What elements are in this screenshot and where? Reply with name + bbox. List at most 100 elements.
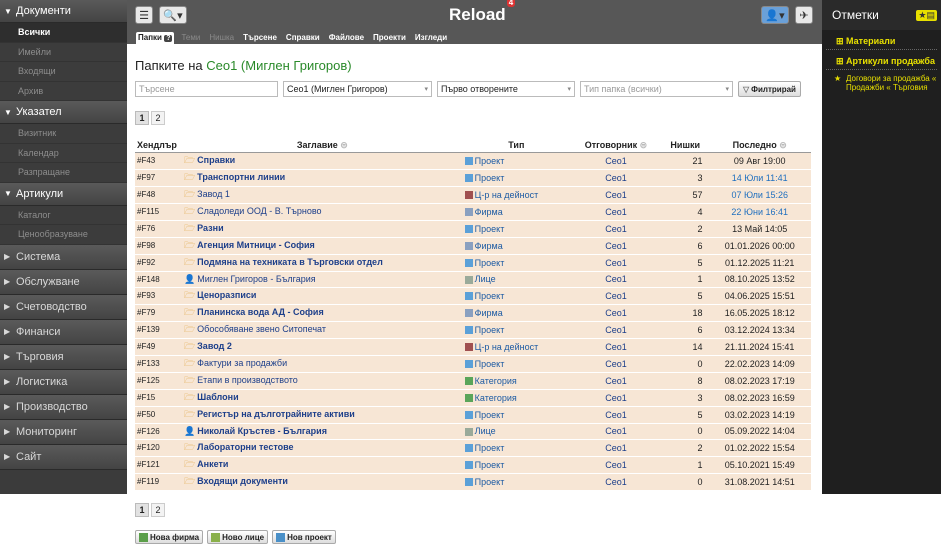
row-title[interactable]: Анкети: [197, 459, 228, 469]
nav-section[interactable]: ▶ Логистика: [0, 369, 127, 395]
bookmark-item[interactable]: ⊞ Артикули продажба: [826, 50, 937, 70]
row-owner[interactable]: Сео1: [569, 456, 662, 474]
nav-item[interactable]: Каталог: [0, 205, 127, 225]
row-title[interactable]: Сладоледи ООД - В. Търново: [197, 206, 321, 216]
nav-section[interactable]: ▼ Указател: [0, 101, 127, 124]
row-title[interactable]: Планинска вода АД - София: [197, 307, 324, 317]
help-icon[interactable]: ?: [164, 35, 173, 42]
table-row[interactable]: #F76 🗁 Разни Проект Сео1 2 13 Май 14:05: [135, 220, 811, 238]
nav-item[interactable]: Архив: [0, 81, 127, 101]
nav-section[interactable]: ▶ Финанси: [0, 319, 127, 345]
nav-section[interactable]: ▼ Документи: [0, 0, 127, 23]
nav-item[interactable]: Всички: [0, 23, 127, 43]
row-owner[interactable]: Сео1: [569, 237, 662, 255]
table-row[interactable]: #F79 🗁 Планинска вода АД - София Фирма Сео1 1…: [135, 304, 811, 322]
table-row[interactable]: #F15 🗁 Шаблони Категория Сео1 3 08.02.2023 16:…: [135, 389, 811, 407]
new-company-button[interactable]: Нова фирма: [135, 530, 204, 544]
row-title[interactable]: Подмяна на техниката в Търговски отдел: [197, 257, 383, 267]
table-row[interactable]: #F139 🗁 Обособяване звено Ситопечат Проект С…: [135, 321, 811, 339]
row-owner[interactable]: Сео1: [569, 439, 662, 457]
col-handle[interactable]: Хендлър: [135, 139, 182, 153]
table-row[interactable]: #F119 🗁 Входящи документи Проект Сео1 0 31.08.…: [135, 473, 811, 491]
col-last[interactable]: Последно ⊜: [708, 139, 811, 153]
row-owner[interactable]: Сео1: [569, 406, 662, 424]
pin-button[interactable]: ✈: [795, 6, 813, 24]
row-owner[interactable]: Сео1: [569, 389, 662, 407]
row-owner[interactable]: Сео1: [569, 304, 662, 322]
nav-section[interactable]: ▶ Система: [0, 244, 127, 270]
app-logo[interactable]: Reload4: [449, 0, 516, 25]
table-row[interactable]: #F148 👤 Миглен Григоров - България Лице Сео1…: [135, 271, 811, 288]
nav-section[interactable]: ▶ Сайт: [0, 444, 127, 470]
row-title[interactable]: Обособяване звено Ситопечат: [197, 324, 326, 334]
table-row[interactable]: #F115 🗁 Сладоледи ООД - В. Търново Фирма Сео…: [135, 203, 811, 221]
nav-section[interactable]: ▶ Обслужване: [0, 269, 127, 295]
row-title[interactable]: Шаблони: [197, 392, 238, 402]
nav-section[interactable]: ▶ Производство: [0, 394, 127, 420]
col-owner[interactable]: Отговорник ⊜: [569, 139, 662, 153]
row-title[interactable]: Етапи в производството: [197, 375, 298, 385]
search-menu-button[interactable]: 🔍▾: [159, 6, 187, 24]
tab-item[interactable]: Папки ?: [136, 32, 175, 44]
bookmark-add-icon[interactable]: ★▤: [916, 9, 937, 21]
row-owner[interactable]: Сео1: [569, 203, 662, 221]
row-title[interactable]: Николай Кръстев - България: [197, 426, 327, 436]
user-menu-button[interactable]: 👤▾: [761, 6, 789, 24]
row-owner[interactable]: Сео1: [569, 321, 662, 339]
nav-section[interactable]: ▶ Търговия: [0, 344, 127, 370]
tab-item[interactable]: Файлове: [327, 32, 366, 44]
row-owner[interactable]: Сео1: [569, 287, 662, 305]
table-row[interactable]: #F48 🗁 Завод 1 Ц-р на дейност Сео1 57 07 Юли 1…: [135, 186, 811, 204]
table-row[interactable]: #F125 🗁 Етапи в производството Категория Сео…: [135, 372, 811, 390]
row-title[interactable]: Фактури за продажби: [197, 358, 287, 368]
table-row[interactable]: #F97 🗁 Транспортни линии Проект Сео1 3 14 Юли …: [135, 169, 811, 187]
tab-item[interactable]: Нишка: [207, 32, 236, 44]
row-title[interactable]: Регистър на дълготрайните активи: [197, 409, 355, 419]
col-type[interactable]: Тип: [462, 139, 570, 153]
col-threads[interactable]: Нишки: [661, 139, 709, 153]
row-owner[interactable]: Сео1: [569, 372, 662, 390]
nav-section[interactable]: ▶ Счетоводство: [0, 294, 127, 320]
page-2[interactable]: 2: [151, 111, 165, 125]
table-row[interactable]: #F92 🗁 Подмяна на техниката в Търговски от…: [135, 254, 811, 272]
nav-section[interactable]: ▶ Мониторинг: [0, 419, 127, 445]
table-row[interactable]: #F126 👤 Николай Кръстев - България Лице Сео1…: [135, 423, 811, 440]
nav-item[interactable]: Входящи: [0, 62, 127, 82]
tab-item[interactable]: Изгледи: [413, 32, 449, 44]
tab-item[interactable]: Справки: [284, 32, 322, 44]
table-row[interactable]: #F50 🗁 Регистър на дълготрайните активи Про…: [135, 406, 811, 424]
row-owner[interactable]: Сео1: [569, 423, 662, 440]
user-select[interactable]: Сео1 (Миглен Григоров) ▾: [283, 81, 432, 97]
row-title[interactable]: Лабораторни тестове: [197, 442, 293, 452]
page-1[interactable]: 1: [135, 111, 149, 125]
filter-button[interactable]: ▽ Филтрирай: [738, 81, 801, 97]
row-owner[interactable]: Сео1: [569, 355, 662, 373]
bookmark-starred[interactable]: ★ Договори за продажба « Продажби « Търго…: [826, 70, 937, 96]
row-title[interactable]: Агенция Митници - София: [197, 240, 315, 250]
nav-item[interactable]: Имейли: [0, 42, 127, 62]
tab-item[interactable]: Търсене: [241, 32, 279, 44]
table-row[interactable]: #F121 🗁 Анкети Проект Сео1 1 05.10.2021 15:49: [135, 456, 811, 474]
row-title[interactable]: Транспортни линии: [197, 172, 285, 182]
row-owner[interactable]: Сео1: [569, 271, 662, 288]
row-owner[interactable]: Сео1: [569, 220, 662, 238]
col-title[interactable]: Заглавие ⊜: [182, 139, 463, 153]
tab-item[interactable]: Теми: [179, 32, 202, 44]
row-owner[interactable]: Сео1: [569, 152, 662, 170]
table-row[interactable]: #F49 🗁 Завод 2 Ц-р на дейност Сео1 14 21.11.20…: [135, 338, 811, 356]
table-row[interactable]: #F98 🗁 Агенция Митници - София Фирма Сео1 6 01…: [135, 237, 811, 255]
row-owner[interactable]: Сео1: [569, 169, 662, 187]
bookmark-item[interactable]: ⊞ Материали: [826, 30, 937, 50]
table-row[interactable]: #F43 🗁 Справки Проект Сео1 21 09 Авг 19:00: [135, 152, 811, 170]
row-owner[interactable]: Сео1: [569, 473, 662, 491]
table-row[interactable]: #F120 🗁 Лабораторни тестове Проект Сео1 2 01.0…: [135, 439, 811, 457]
row-title[interactable]: Ценоразписи: [197, 290, 256, 300]
row-title[interactable]: Справки: [197, 155, 235, 165]
folder-type-select[interactable]: Тип папка (всички) ▾: [580, 81, 733, 97]
order-select[interactable]: Първо отворените ▾: [437, 81, 575, 97]
nav-item[interactable]: Разпращане: [0, 163, 127, 183]
table-row[interactable]: #F133 🗁 Фактури за продажби Проект Сео1 0 22.0…: [135, 355, 811, 373]
tab-item[interactable]: Проекти: [371, 32, 408, 44]
new-project-button[interactable]: Нов проект: [272, 530, 336, 544]
row-owner[interactable]: Сео1: [569, 338, 662, 356]
